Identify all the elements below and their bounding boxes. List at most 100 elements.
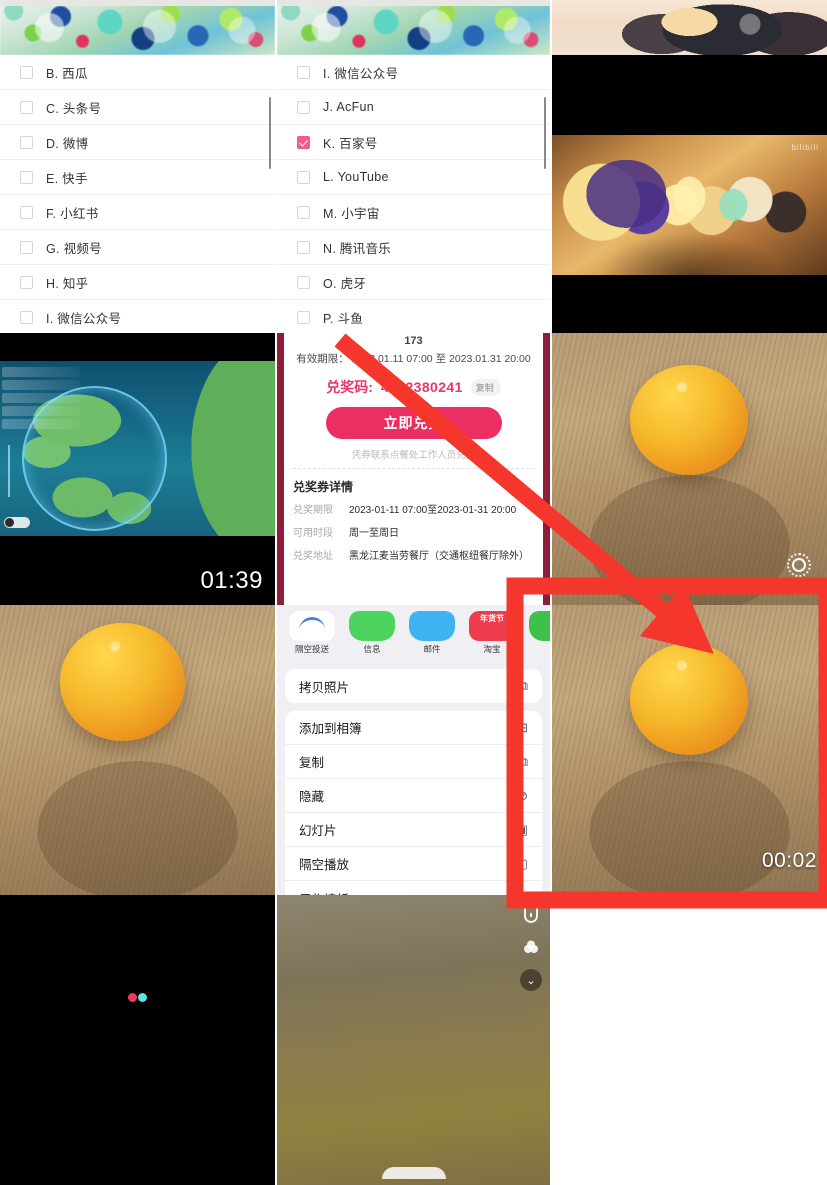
checkbox[interactable] xyxy=(297,310,310,324)
checkbox-checked[interactable] xyxy=(297,135,310,149)
list-item-label: H. 知乎 xyxy=(46,276,89,291)
coupon-validity: 有效期限： 2023.01.11 07:00 至 2023.01.31 20:0… xyxy=(296,353,531,365)
list-item-label: K. 百家号 xyxy=(323,136,378,151)
list-item[interactable]: L. YouTube xyxy=(277,160,550,195)
details-heading: 兑奖券详情 xyxy=(293,480,354,494)
checkbox[interactable] xyxy=(297,275,310,289)
list-item-label: O. 虎牙 xyxy=(323,276,367,291)
chevron-down-icon[interactable]: ⌄ xyxy=(520,969,542,991)
share-app-wechat[interactable] xyxy=(529,611,550,655)
map-legend-menu[interactable] xyxy=(2,367,80,432)
collage-cell-anime-top xyxy=(552,0,827,55)
map-layer-toggle[interactable] xyxy=(4,517,30,528)
game-map-image xyxy=(0,361,275,536)
flash-icon[interactable] xyxy=(519,901,543,925)
orange-fruit xyxy=(630,643,748,755)
video-duration-label: 00:02 xyxy=(761,849,817,872)
menu-item-label: 添加到相簿 xyxy=(299,722,362,736)
list-item[interactable]: N. 腾讯音乐 xyxy=(277,230,550,265)
checkbox[interactable] xyxy=(20,310,33,324)
list-item[interactable]: D. 微博 xyxy=(0,125,275,160)
menu-item-hide[interactable]: 隐藏 ⊘ xyxy=(285,779,542,813)
checkbox[interactable] xyxy=(297,170,310,184)
loading-dot-red xyxy=(128,993,137,1002)
copy-photo-icon: ⧉ xyxy=(518,678,528,693)
collage-cell-photo-bottom-left xyxy=(0,605,275,895)
checkbox[interactable] xyxy=(297,240,310,254)
list-item[interactable]: M. 小宇宙 xyxy=(277,195,550,230)
checkbox[interactable] xyxy=(297,65,310,79)
hide-icon: ⊘ xyxy=(517,787,528,803)
scrollbar[interactable] xyxy=(269,97,271,169)
menu-item-label: 拷贝照片 xyxy=(299,680,350,695)
share-app-label: 信息 xyxy=(363,644,381,654)
share-app-airdrop[interactable]: 隔空投送 xyxy=(289,611,335,655)
detail-row: 兑奖期限 2023-01-11 07:00至2023-01-31 20:00 xyxy=(293,495,534,518)
checkbox[interactable] xyxy=(20,65,33,79)
list-item-label: L. YouTube xyxy=(323,170,389,184)
list-item[interactable]: O. 虎牙 xyxy=(277,265,550,300)
video-player[interactable]: 01:39 xyxy=(0,333,275,605)
detail-value: 黑龙江麦当劳餐厅（交通枢纽餐厅除外） xyxy=(349,551,529,562)
list-item[interactable]: I. 微信公众号 xyxy=(277,55,550,90)
menu-item-airplay[interactable]: 隔空播放 ▢ xyxy=(285,847,542,881)
scrollbar[interactable] xyxy=(544,97,546,169)
menu-item-add-to-album[interactable]: 添加到相簿 ⊞ xyxy=(285,711,542,745)
share-app-taobao[interactable]: 年货节 淘宝 xyxy=(469,611,515,655)
list-item[interactable]: E. 快手 xyxy=(0,160,275,195)
collage-cell-photo-top-right xyxy=(552,333,827,605)
list-item[interactable]: K. 百家号 xyxy=(277,125,550,160)
list-item[interactable]: F. 小红书 xyxy=(0,195,275,230)
checkbox[interactable] xyxy=(20,275,33,289)
list-item[interactable]: P. 斗鱼 xyxy=(277,300,550,333)
list-item[interactable]: I. 微信公众号 xyxy=(0,300,275,333)
loading-screen xyxy=(0,895,275,1185)
list-item[interactable]: C. 头条号 xyxy=(0,90,275,125)
menu-item-use-as-wallpaper[interactable]: 用作墙纸 ▤ xyxy=(285,881,542,895)
checkbox[interactable] xyxy=(20,240,33,254)
list-item[interactable]: H. 知乎 xyxy=(0,265,275,300)
list-item-label: J. AcFun xyxy=(323,100,375,114)
list-item[interactable]: B. 西瓜 xyxy=(0,55,275,90)
list-item-label: I. 微信公众号 xyxy=(46,311,122,326)
share-app-mail[interactable]: 邮件 xyxy=(409,611,455,655)
detail-key: 兑奖地址 xyxy=(293,551,333,562)
share-app-label: 隔空投送 xyxy=(294,644,329,654)
collage-cell-camera: ⌄ xyxy=(277,895,550,1185)
share-app-messages[interactable]: 信息 xyxy=(349,611,395,655)
menu-item-duplicate[interactable]: 复制 ⧉ xyxy=(285,745,542,779)
collage-cell-map-video: 01:39 xyxy=(0,333,275,605)
wechat-icon xyxy=(529,611,550,641)
map-zoom-slider[interactable] xyxy=(8,445,10,497)
menu-item-slideshow[interactable]: 幻灯片 ▣ xyxy=(285,813,542,847)
taobao-icon: 年货节 xyxy=(469,611,515,641)
collage-cell-banner: bilibili xyxy=(552,55,827,333)
copy-button[interactable]: 复制 xyxy=(470,378,501,396)
coupon-code-value: 4162380241 xyxy=(380,379,463,395)
checkbox[interactable] xyxy=(297,205,310,219)
legend-row xyxy=(2,367,80,377)
list-item-label: B. 西瓜 xyxy=(46,66,88,81)
action-menu-group-2: 添加到相簿 ⊞ 复制 ⧉ 隐藏 ⊘ 幻灯片 ▣ 隔空播放 ▢ xyxy=(285,711,542,895)
live-photo-icon xyxy=(787,553,811,577)
collage-cell-empty xyxy=(552,895,827,1185)
checkbox[interactable] xyxy=(20,100,33,114)
checkbox[interactable] xyxy=(20,205,33,219)
list-item[interactable]: G. 视频号 xyxy=(0,230,275,265)
home-indicator xyxy=(381,1167,446,1179)
legend-row xyxy=(2,380,80,390)
detail-value: 2023-01-11 07:00至2023-01-31 20:00 xyxy=(349,505,517,516)
loading-dot-cyan xyxy=(138,993,147,1002)
detail-key: 可用时段 xyxy=(293,528,333,539)
menu-item-copy-photo[interactable]: 拷贝照片 ⧉ xyxy=(285,669,542,703)
list-top-edge xyxy=(0,55,275,59)
menu-item-label: 隔空播放 xyxy=(299,858,350,872)
checkbox[interactable] xyxy=(20,170,33,184)
menu-item-label: 幻灯片 xyxy=(299,824,337,838)
messages-icon xyxy=(349,611,395,641)
checkbox[interactable] xyxy=(20,135,33,149)
checkbox[interactable] xyxy=(297,100,310,114)
live-photo-icon[interactable] xyxy=(519,935,543,959)
redeem-button[interactable]: 立即兑奖 xyxy=(325,407,502,439)
list-item[interactable]: J. AcFun xyxy=(277,90,550,125)
